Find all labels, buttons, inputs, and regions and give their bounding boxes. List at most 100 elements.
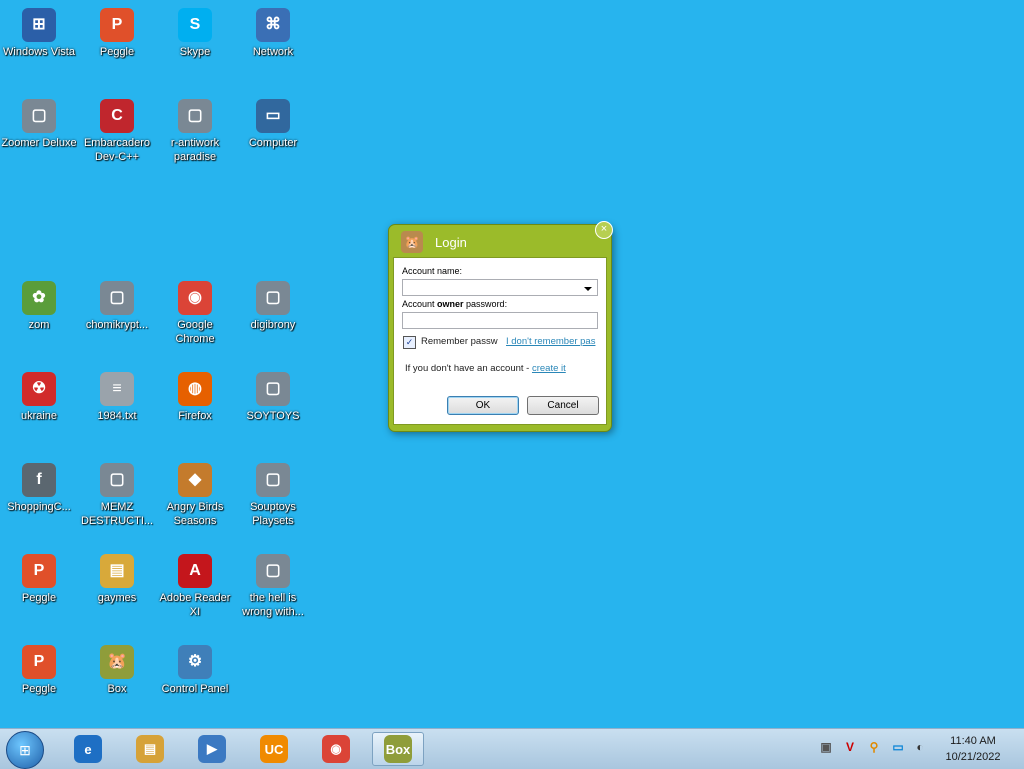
desktop-icon[interactable]: C Embarcadero Dev-C++ xyxy=(79,95,155,164)
desktop-icon[interactable]: A Adobe Reader XI xyxy=(157,550,233,619)
antivirus-icon[interactable]: V xyxy=(842,739,858,755)
desktop-icon-label: Computer xyxy=(248,137,298,149)
forgot-password-link[interactable]: I don't remember pas xyxy=(506,336,595,347)
desktop-icon-label: Peggle xyxy=(21,683,57,695)
desktop-icon-label: gaymes xyxy=(97,592,137,604)
taskbar-internet-explorer-button[interactable]: e xyxy=(62,732,114,766)
computer-icon: ▭ xyxy=(256,99,290,133)
taskbar-box-app-button[interactable]: Box xyxy=(372,732,424,766)
uc-browser-icon: UC xyxy=(260,735,288,763)
desktop-icon-label: Souptoys Playsets xyxy=(250,501,296,527)
desktop-icon-label: ukraine xyxy=(20,410,58,422)
desktop-icon-label: zom xyxy=(28,319,50,331)
volume-icon[interactable]: ◐ xyxy=(912,739,928,755)
tray-app-icon[interactable]: ▣ xyxy=(818,739,834,755)
taskbar-media-player-button[interactable]: ▶ xyxy=(186,732,238,766)
orb-icon: ⊞ xyxy=(22,8,56,42)
desktop-icon[interactable]: ▢ digibrony xyxy=(235,277,311,332)
desktop-icon-label: digibrony xyxy=(250,319,296,331)
desktop-icon[interactable]: P Peggle xyxy=(79,4,155,59)
desktop-icon-label: r-antiwork paradise xyxy=(170,137,220,163)
desktop-icon-label: SOYTOYS xyxy=(246,410,300,422)
ok-button[interactable]: OK xyxy=(447,396,519,415)
desktop-icon[interactable]: ⚙ Control Panel xyxy=(157,641,233,696)
cancel-button[interactable]: Cancel xyxy=(527,396,599,415)
desktop-icon-label: Network xyxy=(252,46,294,58)
close-button[interactable]: × xyxy=(595,221,613,239)
remember-password-label: Remember passw xyxy=(421,336,498,347)
desktop-icon[interactable]: ✿ zom xyxy=(1,277,77,332)
desktop-icon[interactable]: ▢ chomikrypt... xyxy=(79,277,155,332)
desktop-icon[interactable]: P Peggle xyxy=(1,641,77,696)
desktop-icon[interactable]: ▭ Computer xyxy=(235,95,311,150)
desktop-icon[interactable]: P Peggle xyxy=(1,550,77,605)
clock-time: 11:40 AM xyxy=(950,735,996,747)
clock[interactable]: 11:40 AM 10/21/2022 xyxy=(930,733,1016,765)
desktop-icon-label: Box xyxy=(107,683,127,695)
devcpp-icon: C xyxy=(100,99,134,133)
network-tray-icon[interactable]: ▭ xyxy=(890,739,906,755)
internet-explorer-icon: e xyxy=(74,735,102,763)
desktop-icon[interactable]: S Skype xyxy=(157,4,233,59)
desktop-icon-label: 1984.txt xyxy=(97,410,137,422)
desktop-icon[interactable]: ◍ Firefox xyxy=(157,368,233,423)
taskbar-file-explorer-button[interactable]: ▤ xyxy=(124,732,176,766)
taskbar-chrome-button[interactable]: ◉ xyxy=(310,732,362,766)
desktop-icon[interactable]: ☢ ukraine xyxy=(1,368,77,423)
dialog-titlebar[interactable]: 🐹 Login × xyxy=(389,221,613,257)
desktop-icon-label: Peggle xyxy=(99,46,135,58)
desktop-icon-label: Adobe Reader XI xyxy=(159,592,231,618)
desktop-icon-label: ShoppingC... xyxy=(7,501,71,513)
hamster-icon: 🐹 xyxy=(401,231,423,253)
desktop-icon-label: Zoomer Deluxe xyxy=(1,137,77,149)
app-icon: ▢ xyxy=(100,463,134,497)
desktop-icon-label: Angry Birds Seasons xyxy=(166,501,224,527)
remember-password-checkbox[interactable]: ✓ xyxy=(403,336,416,349)
desktop-icon[interactable]: ▢ Zoomer Deluxe xyxy=(1,95,77,150)
desktop-icon-label: chomikrypt... xyxy=(85,319,149,331)
app-icon: ▢ xyxy=(256,281,290,315)
network-icon: ⌘ xyxy=(256,8,290,42)
file-explorer-icon: ▤ xyxy=(136,735,164,763)
desktop-icon[interactable]: ▢ the hell is wrong with... xyxy=(235,550,311,619)
desktop-icon[interactable]: ▢ MEMZ DESTRUCTI... xyxy=(79,459,155,528)
app-icon: ▢ xyxy=(256,463,290,497)
desktop-icon[interactable]: ◆ Angry Birds Seasons xyxy=(157,459,233,528)
desktop-icon-label: Control Panel xyxy=(161,683,229,695)
firefox-icon: ◍ xyxy=(178,372,212,406)
desktop-icon[interactable]: ⊞ Windows Vista xyxy=(1,4,77,59)
desktop-icon[interactable]: ▤ gaymes xyxy=(79,550,155,605)
account-name-select[interactable] xyxy=(402,279,598,296)
peggle-icon: P xyxy=(100,8,134,42)
app-icon: ▢ xyxy=(178,99,212,133)
app-icon: ▢ xyxy=(256,372,290,406)
desktop-icon-label: Windows Vista xyxy=(3,46,75,58)
taskbar-uc-browser-button[interactable]: UC xyxy=(248,732,300,766)
desktop-icon[interactable]: 🐹 Box xyxy=(79,641,155,696)
create-account-link[interactable]: create it xyxy=(532,363,566,374)
password-field[interactable] xyxy=(402,312,598,329)
taskbar: ⊞ e ▤ ▶ UC ◉ Box ▣ V ⚲ ▭ ◐ 11:40 AM 10/21/202… xyxy=(0,728,1024,769)
desktop-icon-label: the hell is wrong with... xyxy=(242,592,304,618)
desktop-icon-label: Peggle xyxy=(21,592,57,604)
hamster-icon: 🐹 xyxy=(100,645,134,679)
desktop-icon-label: Skype xyxy=(179,46,211,58)
desktop-icon[interactable]: f ShoppingC... xyxy=(1,459,77,514)
windows-logo-icon: ⊞ xyxy=(19,741,31,758)
desktop-icon[interactable]: ◉ Google Chrome xyxy=(157,277,233,346)
chrome-icon: ◉ xyxy=(178,281,212,315)
media-player-icon: ▶ xyxy=(198,735,226,763)
app-icon: ▢ xyxy=(22,99,56,133)
game-icon: ◆ xyxy=(178,463,212,497)
desktop-icon[interactable]: ▢ Souptoys Playsets xyxy=(235,459,311,528)
desktop-icon[interactable]: ▢ SOYTOYS xyxy=(235,368,311,423)
chevron-down-icon[interactable] xyxy=(584,287,592,291)
desktop-icon[interactable]: ≡ 1984.txt xyxy=(79,368,155,423)
desktop-icon[interactable]: ⌘ Network xyxy=(235,4,311,59)
password-label: Account owner password: xyxy=(402,299,508,309)
search-icon[interactable]: ⚲ xyxy=(866,739,882,755)
desktop-icon-label: Embarcadero Dev-C++ xyxy=(83,137,151,163)
desktop-icon[interactable]: ▢ r-antiwork paradise xyxy=(157,95,233,164)
start-button[interactable]: ⊞ xyxy=(6,731,44,769)
pdf-icon: A xyxy=(178,554,212,588)
